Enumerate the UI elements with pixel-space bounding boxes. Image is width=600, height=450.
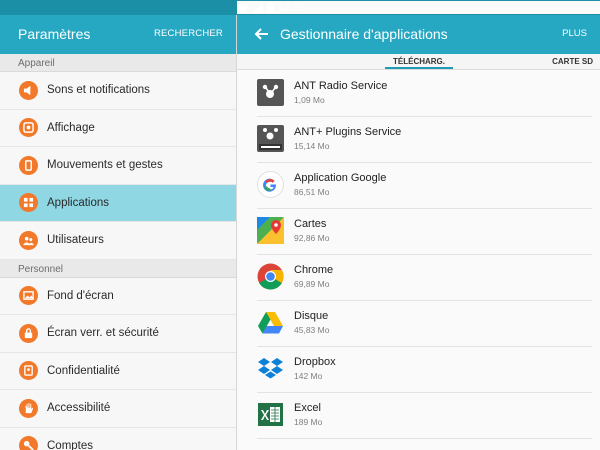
sidebar-item-label: Mouvements et gestes <box>47 159 163 172</box>
search-button[interactable]: RECHERCHER <box>154 28 223 39</box>
divider <box>257 438 592 439</box>
sidebar-item-ecran-verr-securite[interactable]: Écran verr. et sécurité <box>0 315 236 353</box>
wifi-icon <box>237 3 249 13</box>
settings-pane: Paramètres RECHERCHER Appareil Sons et n… <box>0 15 237 450</box>
app-manager-pane: Gestionnaire d'applications PLUS TÉLÉCHA… <box>237 15 600 450</box>
app-row-excel[interactable]: Excel 189 Mo <box>237 393 600 439</box>
ant-radio-icon <box>257 79 284 106</box>
app-name: Disque <box>294 310 329 322</box>
sidebar-item-sons-notifications[interactable]: Sons et notifications <box>0 72 236 110</box>
tab-label: CARTE SD <box>552 57 593 66</box>
sidebar-item-label: Fond d'écran <box>47 289 114 302</box>
app-row-cartes[interactable]: Cartes 92,86 Mo <box>237 209 600 255</box>
excel-icon <box>258 403 283 426</box>
settings-title: Paramètres <box>18 26 91 42</box>
app-size: 15,14 Mo <box>294 141 330 151</box>
status-time: 12:26 <box>278 1 306 14</box>
app-name: Chrome <box>294 264 334 276</box>
app-size: 189 Mo <box>294 417 323 427</box>
settings-header: Paramètres RECHERCHER <box>0 15 236 54</box>
sidebar-item-affichage[interactable]: Affichage <box>0 110 236 147</box>
active-tab-indicator <box>385 67 453 69</box>
section-header-appareil: Appareil <box>0 54 236 72</box>
app-name: Dropbox <box>294 356 336 368</box>
google-icon <box>257 171 284 198</box>
sidebar-item-label: Comptes <box>47 439 94 450</box>
sidebar-item-mouvements-gestes[interactable]: Mouvements et gestes <box>0 147 236 185</box>
display-icon <box>19 118 38 138</box>
sidebar-item-label: Accessibilité <box>47 402 111 415</box>
page-title: Gestionnaire d'applications <box>280 26 448 42</box>
users-icon <box>19 230 38 250</box>
key-icon <box>19 436 38 450</box>
back-arrow-icon[interactable] <box>254 26 270 42</box>
tab-label: TÉLÉCHARG. <box>393 57 445 66</box>
ant-plus-icon <box>257 125 284 152</box>
app-name: ANT+ Plugins Service <box>294 126 402 138</box>
sidebar-item-label: Utilisateurs <box>47 234 104 247</box>
app-row-application-google[interactable]: Application Google 86,51 Mo <box>237 163 600 209</box>
section-header-personnel: Personnel <box>0 259 236 278</box>
tab-carte-sd[interactable]: CARTE SD <box>552 57 593 66</box>
gesture-icon <box>19 155 38 175</box>
more-button[interactable]: PLUS <box>562 28 587 39</box>
app-size: 142 Mo <box>294 371 323 381</box>
wallpaper-icon <box>19 286 38 306</box>
sidebar-item-accessibilite[interactable]: Accessibilité <box>0 390 236 428</box>
sidebar-item-label: Écran verr. et sécurité <box>47 327 159 340</box>
app-name: ANT Radio Service <box>294 80 388 92</box>
sidebar-item-applications[interactable]: Applications <box>0 184 236 222</box>
app-name: Cartes <box>294 218 327 230</box>
lock-icon <box>19 323 38 343</box>
tab-telecharg[interactable]: TÉLÉCHARG. <box>385 57 453 69</box>
app-row-dropbox[interactable]: Dropbox 142 Mo <box>237 347 600 393</box>
sidebar-item-fond-ecran[interactable]: Fond d'écran <box>0 278 236 315</box>
app-size: 1,09 Mo <box>294 95 325 105</box>
drive-icon <box>258 312 283 334</box>
volume-icon <box>19 80 38 100</box>
sidebar-item-confidentialite[interactable]: Confidentialité <box>0 353 236 390</box>
app-row-ant-radio[interactable]: ANT Radio Service 1,09 Mo <box>237 71 600 117</box>
app-row-disque[interactable]: Disque 45,83 Mo <box>237 301 600 347</box>
app-row-chrome[interactable]: Chrome 69,89 Mo <box>237 255 600 301</box>
app-name: Excel <box>294 402 321 414</box>
sidebar-item-label: Affichage <box>47 121 95 134</box>
status-bar: 12:26 <box>0 0 600 15</box>
sidebar-item-comptes[interactable]: Comptes <box>0 428 236 450</box>
battery-icon <box>267 2 274 13</box>
app-size: 69,89 Mo <box>294 279 330 289</box>
app-size: 86,51 Mo <box>294 187 330 197</box>
privacy-icon <box>19 361 38 381</box>
signal-icon <box>253 2 263 13</box>
app-name: Application Google <box>294 172 387 184</box>
app-size: 45,83 Mo <box>294 325 330 335</box>
apps-grid-icon <box>19 193 38 213</box>
app-row-ant-plus[interactable]: ANT+ Plugins Service 15,14 Mo <box>237 117 600 163</box>
sidebar-item-utilisateurs[interactable]: Utilisateurs <box>0 222 236 260</box>
sidebar-item-label: Sons et notifications <box>47 84 150 97</box>
app-size: 92,86 Mo <box>294 233 330 243</box>
maps-icon <box>257 217 284 244</box>
tab-bar: TÉLÉCHARG. CARTE SD <box>237 54 600 70</box>
hand-icon <box>19 398 38 418</box>
sidebar-item-label: Confidentialité <box>47 364 120 377</box>
sidebar-item-label: Applications <box>47 196 110 209</box>
app-manager-header: Gestionnaire d'applications PLUS <box>237 15 600 54</box>
dropbox-icon <box>258 358 283 379</box>
chrome-icon <box>257 263 284 290</box>
